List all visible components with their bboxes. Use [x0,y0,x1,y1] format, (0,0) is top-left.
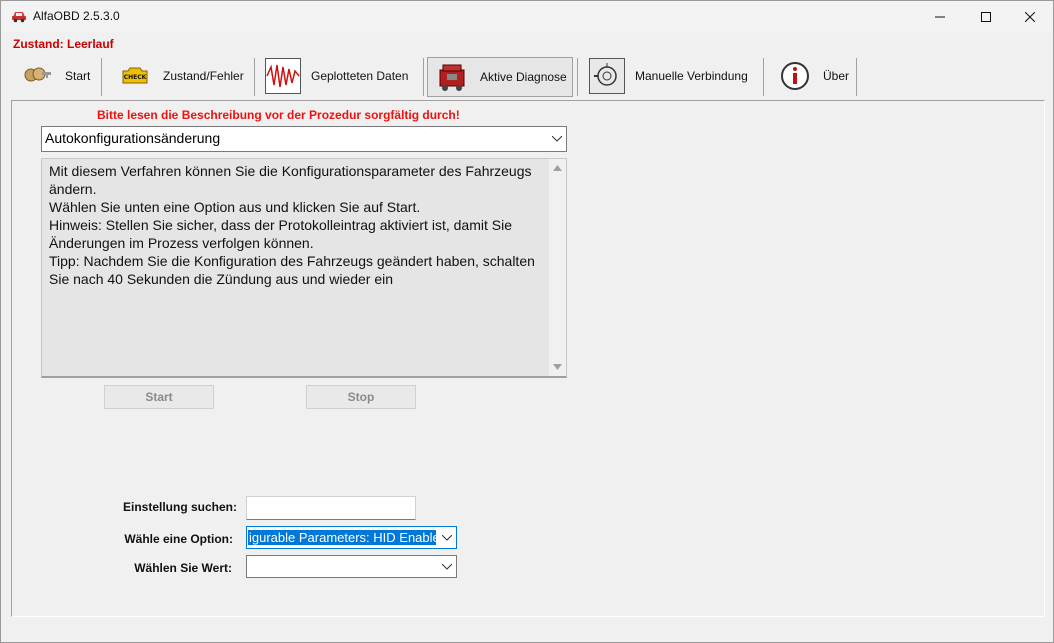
toolbar-about-label: Über [823,69,850,83]
connection-icon [589,58,625,94]
toolbar-active-diagnosis-label: Aktive Diagnose [480,70,567,84]
app-window: AlfaOBD 2.5.3.0 Zustand: Leerlauf Start [0,0,1054,643]
close-icon [1025,11,1035,22]
value-select[interactable] [246,555,457,578]
toolbar: Start CHECK Zustand/Fehler Geplotteten D… [11,56,1051,98]
toolbar-plotted-label: Geplotteten Daten [311,69,409,83]
toolbar-separator [254,58,255,96]
toolbar-separator [856,58,857,96]
option-select-value: igurable Parameters: HID Enable [248,530,441,545]
scroll-up-icon[interactable] [553,165,562,171]
status-label: Zustand: Leerlauf [13,37,114,51]
start-button[interactable]: Start [104,385,214,409]
toolbar-manual-connection-label: Manuelle Verbindung [635,69,748,83]
engine-icon [434,59,470,95]
keys-icon [19,58,55,94]
toolbar-status-button[interactable]: CHECK Zustand/Fehler [117,56,257,96]
toolbar-about-button[interactable]: Über [777,56,853,96]
toolbar-start-button[interactable]: Start [19,56,101,96]
search-input[interactable] [246,496,416,520]
scroll-down-icon[interactable] [553,364,562,370]
chevron-down-icon [442,534,452,541]
toolbar-plotted-button[interactable]: Geplotteten Daten [265,56,423,96]
warning-text: Bitte lesen die Beschreibung vor der Pro… [97,108,460,122]
toolbar-status-label: Zustand/Fehler [163,69,244,83]
stop-button[interactable]: Stop [306,385,416,409]
description-text: Mit diesem Verfahren können Sie die Konf… [49,163,535,287]
description-box[interactable]: Mit diesem Verfahren können Sie die Konf… [41,158,567,378]
toolbar-manual-connection-button[interactable]: Manuelle Verbindung [589,56,759,96]
option-label: Wähle eine Option: [124,532,233,546]
waveform-icon [265,58,301,94]
value-label: Wählen Sie Wert: [134,561,232,575]
title-bar[interactable]: AlfaOBD 2.5.3.0 [1,1,1053,32]
option-select[interactable]: igurable Parameters: HID Enable [246,526,457,549]
procedure-select[interactable]: Autokonfigurationsänderung [41,126,567,152]
search-label: Einstellung suchen: [122,500,237,514]
maximize-icon [981,11,991,22]
procedure-select-value: Autokonfigurationsänderung [45,130,221,146]
toolbar-separator [101,58,102,96]
close-button[interactable] [1007,1,1053,32]
svg-text:CHECK: CHECK [124,74,147,81]
chevron-down-icon [552,136,562,142]
window-title: AlfaOBD 2.5.3.0 [33,9,120,23]
toolbar-separator [423,58,424,96]
car-icon [12,12,26,23]
maximize-button[interactable] [963,1,1009,32]
toolbar-active-diagnosis-button[interactable]: Aktive Diagnose [427,57,573,97]
toolbar-separator [763,58,764,96]
description-scrollbar[interactable] [549,159,566,376]
toolbar-separator [577,58,578,96]
info-icon [777,58,813,94]
check-engine-icon: CHECK [117,58,153,94]
toolbar-start-label: Start [65,69,91,83]
chevron-down-icon [442,563,452,570]
minimize-icon [935,16,945,17]
minimize-button[interactable] [917,1,963,32]
